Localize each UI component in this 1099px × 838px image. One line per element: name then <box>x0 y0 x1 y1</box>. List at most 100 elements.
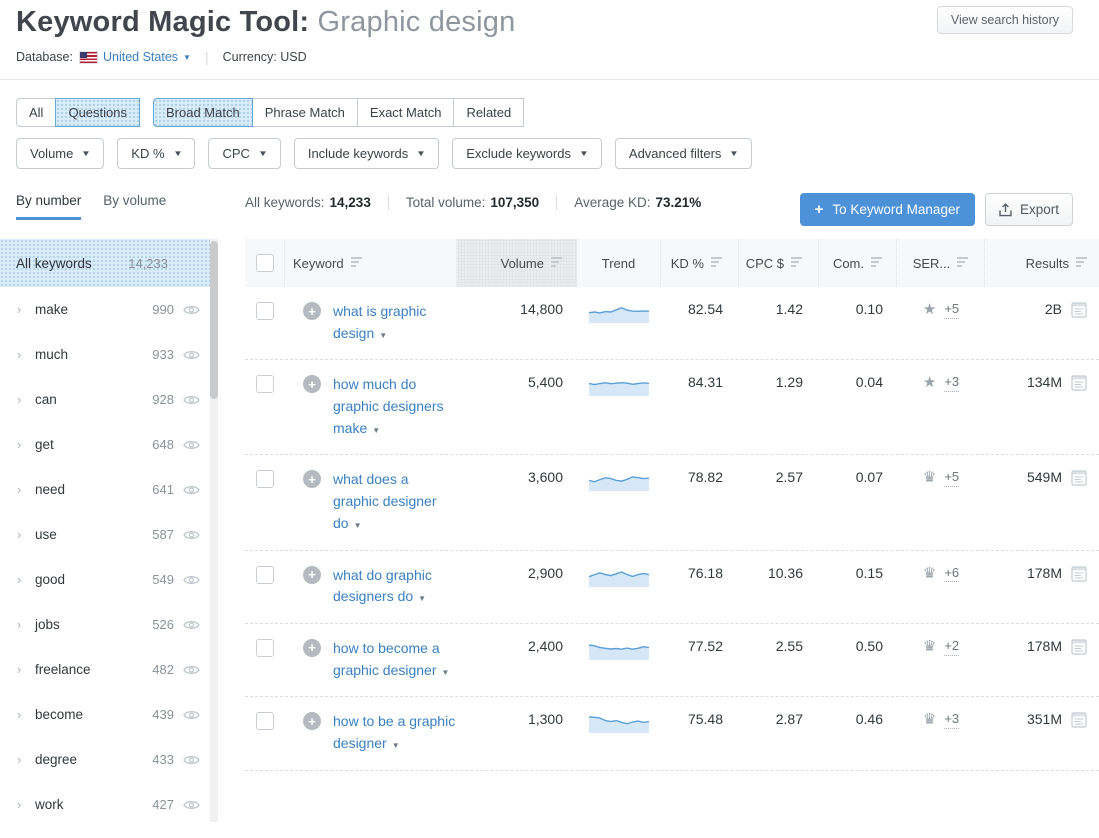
eye-icon[interactable] <box>183 709 200 721</box>
keyword-dropdown-icon[interactable]: ▼ <box>372 426 380 435</box>
serp-features-more-link[interactable]: +5 <box>944 469 959 487</box>
keyword-link[interactable]: how much do graphic designers make▼ <box>333 374 457 439</box>
sidebar-group-item[interactable]: › use 587 <box>0 512 210 557</box>
sidebar-group-item[interactable]: › can 928 <box>0 377 210 422</box>
eye-icon[interactable] <box>183 664 200 676</box>
eye-icon[interactable] <box>183 619 200 631</box>
keyword-link[interactable]: what is graphic design▼ <box>333 301 457 344</box>
eye-icon[interactable] <box>183 304 200 316</box>
match-tab[interactable]: Exact Match <box>357 98 455 127</box>
eye-icon[interactable] <box>183 574 200 586</box>
keyword-link[interactable]: how to become a graphic designer▼ <box>333 638 457 681</box>
keyword-link[interactable]: how to be a graphic designer▼ <box>333 711 457 754</box>
sidebar-group-item[interactable]: › work 427 <box>0 782 210 827</box>
database-select[interactable]: United States▼ <box>103 50 191 64</box>
keyword-link[interactable]: what do graphic designers do▼ <box>333 565 457 608</box>
serp-preview-icon[interactable] <box>1071 712 1087 728</box>
row-checkbox[interactable] <box>256 470 274 488</box>
sidebar-group-item[interactable]: › much 933 <box>0 332 210 377</box>
column-header-trend[interactable]: Trend <box>577 239 661 287</box>
serp-preview-icon[interactable] <box>1071 470 1087 486</box>
keyword-dropdown-icon[interactable]: ▼ <box>354 521 362 530</box>
serp-features-more-link[interactable]: +5 <box>944 301 959 319</box>
add-keyword-icon[interactable]: + <box>303 639 321 657</box>
sidebar-group-item[interactable]: › freelance 482 <box>0 647 210 692</box>
keyword-dropdown-icon[interactable]: ▼ <box>379 331 387 340</box>
export-button[interactable]: Export <box>985 193 1073 226</box>
add-keyword-icon[interactable]: + <box>303 470 321 488</box>
eye-icon[interactable] <box>183 799 200 811</box>
serp-features-more-link[interactable]: +3 <box>944 374 959 392</box>
filter-dropdown[interactable]: Volume ▼ <box>16 138 104 169</box>
select-all-checkbox[interactable] <box>256 254 274 272</box>
tab-by-number[interactable]: By number <box>16 193 81 220</box>
serp-features-more-link[interactable]: +2 <box>944 638 959 656</box>
chevron-right-icon[interactable]: › <box>17 527 35 542</box>
sidebar-group-item[interactable]: › good 549 <box>0 557 210 602</box>
eye-icon[interactable] <box>183 439 200 451</box>
eye-icon[interactable] <box>183 349 200 361</box>
serp-preview-icon[interactable] <box>1071 639 1087 655</box>
tab-by-volume[interactable]: By volume <box>103 193 166 220</box>
row-checkbox[interactable] <box>256 566 274 584</box>
match-tab[interactable]: Questions <box>55 98 140 127</box>
keyword-dropdown-icon[interactable]: ▼ <box>442 668 450 677</box>
sidebar-group-item[interactable]: › need 641 <box>0 467 210 512</box>
chevron-right-icon[interactable]: › <box>17 482 35 497</box>
serp-preview-icon[interactable] <box>1071 566 1087 582</box>
sidebar-scrollbar-track[interactable] <box>210 239 218 822</box>
sidebar-group-item[interactable]: › jobs 526 <box>0 602 210 647</box>
sidebar-group-item[interactable]: › make 990 <box>0 287 210 332</box>
chevron-right-icon[interactable]: › <box>17 617 35 632</box>
keyword-dropdown-icon[interactable]: ▼ <box>392 741 400 750</box>
filter-dropdown[interactable]: Exclude keywords ▼ <box>452 138 602 169</box>
column-header-keyword[interactable]: Keyword <box>285 239 457 287</box>
column-header-com[interactable]: Com. <box>819 239 897 287</box>
row-checkbox[interactable] <box>256 375 274 393</box>
match-tab[interactable]: Related <box>453 98 524 127</box>
add-keyword-icon[interactable]: + <box>303 375 321 393</box>
filter-dropdown[interactable]: Advanced filters ▼ <box>615 138 752 169</box>
chevron-right-icon[interactable]: › <box>17 707 35 722</box>
view-search-history-button[interactable]: View search history <box>937 6 1073 34</box>
chevron-right-icon[interactable]: › <box>17 347 35 362</box>
serp-preview-icon[interactable] <box>1071 302 1087 318</box>
match-tab[interactable]: Phrase Match <box>252 98 358 127</box>
to-keyword-manager-button[interactable]: + To Keyword Manager <box>800 193 975 226</box>
match-tab[interactable]: Broad Match <box>153 98 253 127</box>
sidebar-group-item[interactable]: › get 648 <box>0 422 210 467</box>
sidebar-group-item[interactable]: › become 439 <box>0 692 210 737</box>
chevron-right-icon[interactable]: › <box>17 572 35 587</box>
column-header-cpc[interactable]: CPC $ <box>739 239 819 287</box>
filter-dropdown[interactable]: Include keywords ▼ <box>294 138 439 169</box>
row-checkbox[interactable] <box>256 302 274 320</box>
keyword-dropdown-icon[interactable]: ▼ <box>418 594 426 603</box>
add-keyword-icon[interactable]: + <box>303 302 321 320</box>
chevron-right-icon[interactable]: › <box>17 392 35 407</box>
chevron-right-icon[interactable]: › <box>17 662 35 677</box>
chevron-right-icon[interactable]: › <box>17 752 35 767</box>
column-header-kd[interactable]: KD % <box>661 239 739 287</box>
serp-features-more-link[interactable]: +6 <box>944 565 959 583</box>
row-checkbox[interactable] <box>256 639 274 657</box>
sidebar-item-all-keywords[interactable]: All keywords 14,233 <box>0 239 210 287</box>
serp-preview-icon[interactable] <box>1071 375 1087 391</box>
sidebar-scrollbar-thumb[interactable] <box>210 241 218 399</box>
keyword-link[interactable]: what does a graphic designer do▼ <box>333 469 457 534</box>
eye-icon[interactable] <box>183 394 200 406</box>
filter-dropdown[interactable]: CPC ▼ <box>208 138 280 169</box>
row-checkbox[interactable] <box>256 712 274 730</box>
eye-icon[interactable] <box>183 484 200 496</box>
column-header-serp[interactable]: SER... <box>897 239 985 287</box>
filter-dropdown[interactable]: KD % ▼ <box>117 138 195 169</box>
add-keyword-icon[interactable]: + <box>303 566 321 584</box>
column-header-results[interactable]: Results <box>985 239 1099 287</box>
add-keyword-icon[interactable]: + <box>303 712 321 730</box>
eye-icon[interactable] <box>183 754 200 766</box>
chevron-right-icon[interactable]: › <box>17 302 35 317</box>
eye-icon[interactable] <box>183 529 200 541</box>
column-header-volume[interactable]: Volume <box>457 239 577 287</box>
sidebar-group-item[interactable]: › degree 433 <box>0 737 210 782</box>
chevron-right-icon[interactable]: › <box>17 437 35 452</box>
chevron-right-icon[interactable]: › <box>17 797 35 812</box>
